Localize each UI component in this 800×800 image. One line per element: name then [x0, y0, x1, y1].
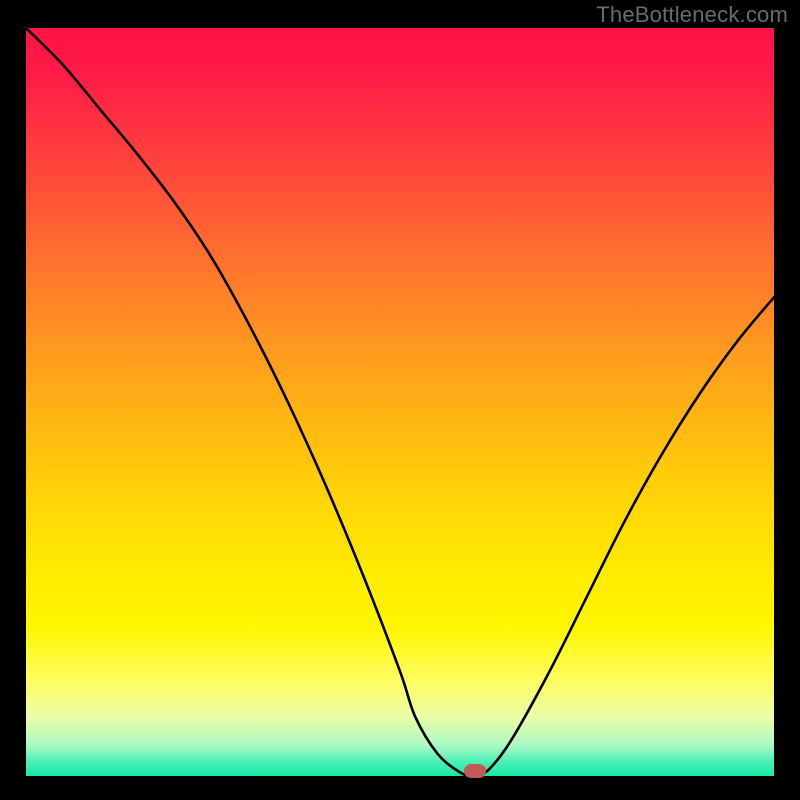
chart-frame: TheBottleneck.com [0, 0, 800, 800]
attribution-label: TheBottleneck.com [596, 2, 788, 28]
bottleneck-curve [26, 28, 774, 776]
plot-area [26, 28, 774, 776]
optimal-point-marker [464, 764, 486, 778]
